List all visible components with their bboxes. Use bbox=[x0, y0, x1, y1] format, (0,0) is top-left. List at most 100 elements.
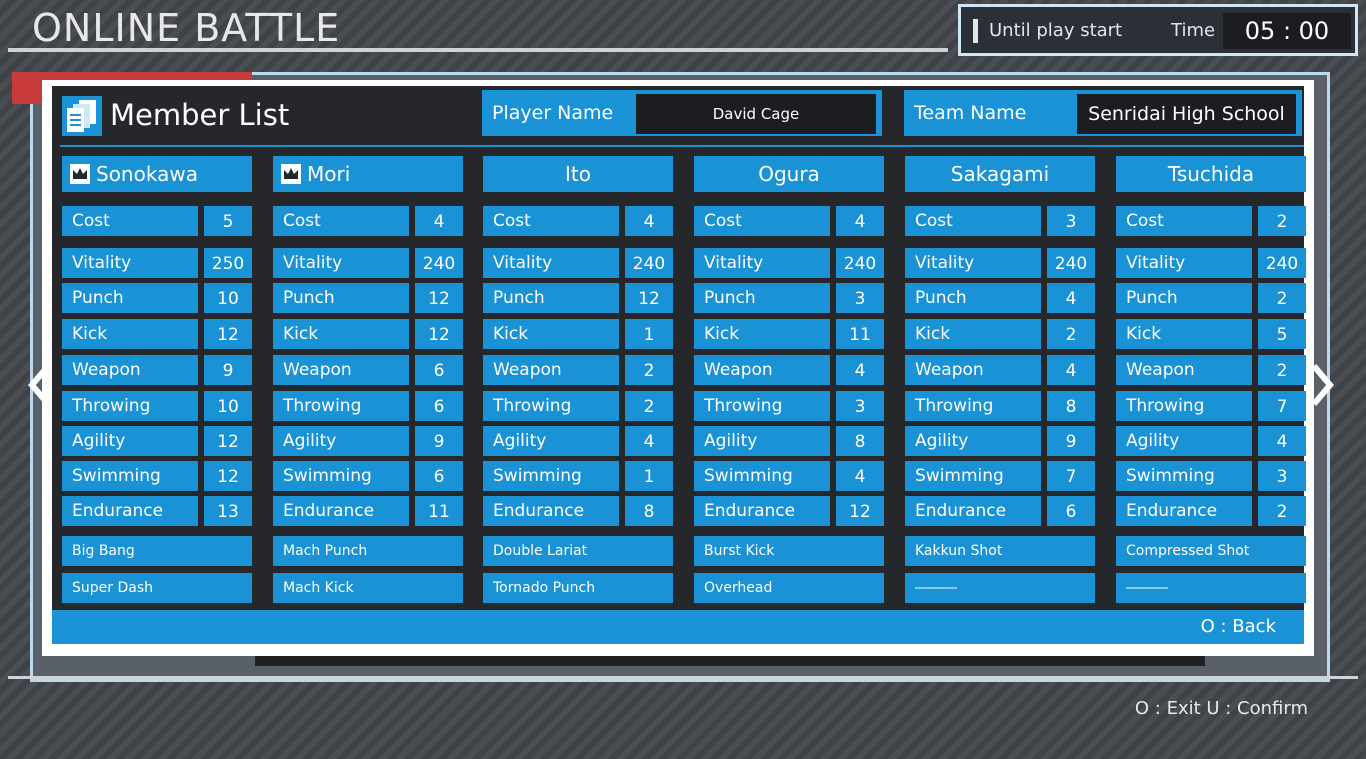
team-name-label: Team Name bbox=[914, 102, 1027, 124]
timer-box: Until play start Time 05 : 00 bbox=[958, 4, 1358, 56]
stat-label: Agility bbox=[483, 426, 619, 456]
back-hint[interactable]: O : Back bbox=[1201, 616, 1276, 637]
stat-label: Swimming bbox=[483, 461, 619, 491]
stat-value: 13 bbox=[204, 496, 252, 526]
stat-value: 5 bbox=[1258, 319, 1306, 349]
skill-item: Burst Kick bbox=[694, 536, 884, 566]
chevron-right-icon[interactable] bbox=[1308, 360, 1338, 410]
stat-label: Endurance bbox=[694, 496, 830, 526]
stat-value: 3 bbox=[836, 391, 884, 421]
stat-value: 1 bbox=[625, 319, 673, 349]
member-list-title: Member List bbox=[110, 98, 290, 132]
member-list-modal: Member List Player Name David Cage Team … bbox=[42, 80, 1314, 656]
stat-label: Kick bbox=[694, 319, 830, 349]
modal-footer: O : Back bbox=[52, 610, 1304, 644]
skill-item: Overhead bbox=[694, 573, 884, 603]
member-name-bar[interactable]: Tsuchida bbox=[1116, 156, 1306, 192]
player-name-label: Player Name bbox=[492, 102, 614, 124]
stat-label: Endurance bbox=[483, 496, 619, 526]
stat-value: 9 bbox=[1047, 426, 1095, 456]
stat-value: 3 bbox=[836, 283, 884, 313]
skill-item: Double Lariat bbox=[483, 536, 673, 566]
stat-value: 3 bbox=[1258, 461, 1306, 491]
stat-label: Swimming bbox=[905, 461, 1041, 491]
stat-value: 5 bbox=[204, 206, 252, 236]
skill-item: ――― bbox=[1116, 573, 1306, 603]
member-name: Ito bbox=[565, 162, 591, 186]
stat-value: 4 bbox=[836, 461, 884, 491]
stat-value: 8 bbox=[625, 496, 673, 526]
stat-value: 4 bbox=[625, 426, 673, 456]
stat-value: 4 bbox=[1258, 426, 1306, 456]
stat-value: 7 bbox=[1047, 461, 1095, 491]
stat-label: Vitality bbox=[905, 248, 1041, 278]
stat-label: Throwing bbox=[273, 391, 409, 421]
stat-value: 12 bbox=[415, 283, 463, 313]
stat-value: 12 bbox=[204, 461, 252, 491]
member-name-bar[interactable]: Ito bbox=[483, 156, 673, 192]
stat-label: Punch bbox=[483, 283, 619, 313]
stat-label: Kick bbox=[905, 319, 1041, 349]
stat-label: Weapon bbox=[273, 355, 409, 385]
stat-value: 7 bbox=[1258, 391, 1306, 421]
stat-value: 1 bbox=[625, 461, 673, 491]
member-name-bar[interactable]: Mori bbox=[273, 156, 463, 192]
stat-label: Endurance bbox=[1116, 496, 1252, 526]
member-name: Sakagami bbox=[950, 162, 1050, 186]
chevron-left-icon[interactable] bbox=[24, 360, 54, 410]
stat-label: Throwing bbox=[62, 391, 198, 421]
member-name: Sonokawa bbox=[96, 162, 198, 186]
stat-label: Punch bbox=[62, 283, 198, 313]
stat-label: Weapon bbox=[62, 355, 198, 385]
stat-label: Throwing bbox=[483, 391, 619, 421]
stat-label: Vitality bbox=[62, 248, 198, 278]
skill-item: Tornado Punch bbox=[483, 573, 673, 603]
stat-value: 10 bbox=[204, 391, 252, 421]
stat-value: 4 bbox=[836, 206, 884, 236]
stat-value: 9 bbox=[204, 355, 252, 385]
stat-value: 8 bbox=[836, 426, 884, 456]
member-name-bar[interactable]: Sakagami bbox=[905, 156, 1095, 192]
time-label: Time bbox=[1171, 20, 1216, 41]
stat-label: Weapon bbox=[905, 355, 1041, 385]
stat-value: 240 bbox=[415, 248, 463, 278]
member-name-bar[interactable]: Sonokawa bbox=[62, 156, 252, 192]
stat-label: Cost bbox=[62, 206, 198, 236]
stat-value: 12 bbox=[204, 319, 252, 349]
stat-label: Kick bbox=[1116, 319, 1252, 349]
stat-label: Cost bbox=[694, 206, 830, 236]
stat-value: 4 bbox=[415, 206, 463, 236]
stat-label: Punch bbox=[694, 283, 830, 313]
stat-value: 2 bbox=[625, 391, 673, 421]
stat-label: Throwing bbox=[1116, 391, 1252, 421]
crown-icon bbox=[281, 164, 301, 184]
stat-value: 12 bbox=[204, 426, 252, 456]
header-rule bbox=[60, 145, 1304, 147]
stat-label: Vitality bbox=[273, 248, 409, 278]
stat-value: 6 bbox=[415, 391, 463, 421]
stat-value: 12 bbox=[625, 283, 673, 313]
stat-value: 4 bbox=[625, 206, 673, 236]
player-name-value: David Cage bbox=[636, 94, 876, 134]
stat-value: 240 bbox=[625, 248, 673, 278]
member-name-bar[interactable]: Ogura bbox=[694, 156, 884, 192]
timer-label: Until play start bbox=[989, 20, 1123, 41]
stat-label: Agility bbox=[905, 426, 1041, 456]
timer-accent-bar bbox=[973, 19, 978, 43]
stat-label: Punch bbox=[273, 283, 409, 313]
stat-label: Kick bbox=[483, 319, 619, 349]
stat-value: 240 bbox=[1258, 248, 1306, 278]
stat-value: 11 bbox=[415, 496, 463, 526]
stat-value: 4 bbox=[1047, 283, 1095, 313]
stat-value: 4 bbox=[1047, 355, 1095, 385]
stat-value: 12 bbox=[415, 319, 463, 349]
skill-item: Big Bang bbox=[62, 536, 252, 566]
stat-value: 250 bbox=[204, 248, 252, 278]
time-value: 05 : 00 bbox=[1223, 13, 1351, 49]
member-name: Mori bbox=[307, 162, 351, 186]
bottom-rule bbox=[8, 676, 1358, 679]
crown-icon bbox=[70, 164, 90, 184]
stat-value: 240 bbox=[1047, 248, 1095, 278]
member-name: Tsuchida bbox=[1167, 162, 1255, 186]
skill-item: Mach Kick bbox=[273, 573, 463, 603]
